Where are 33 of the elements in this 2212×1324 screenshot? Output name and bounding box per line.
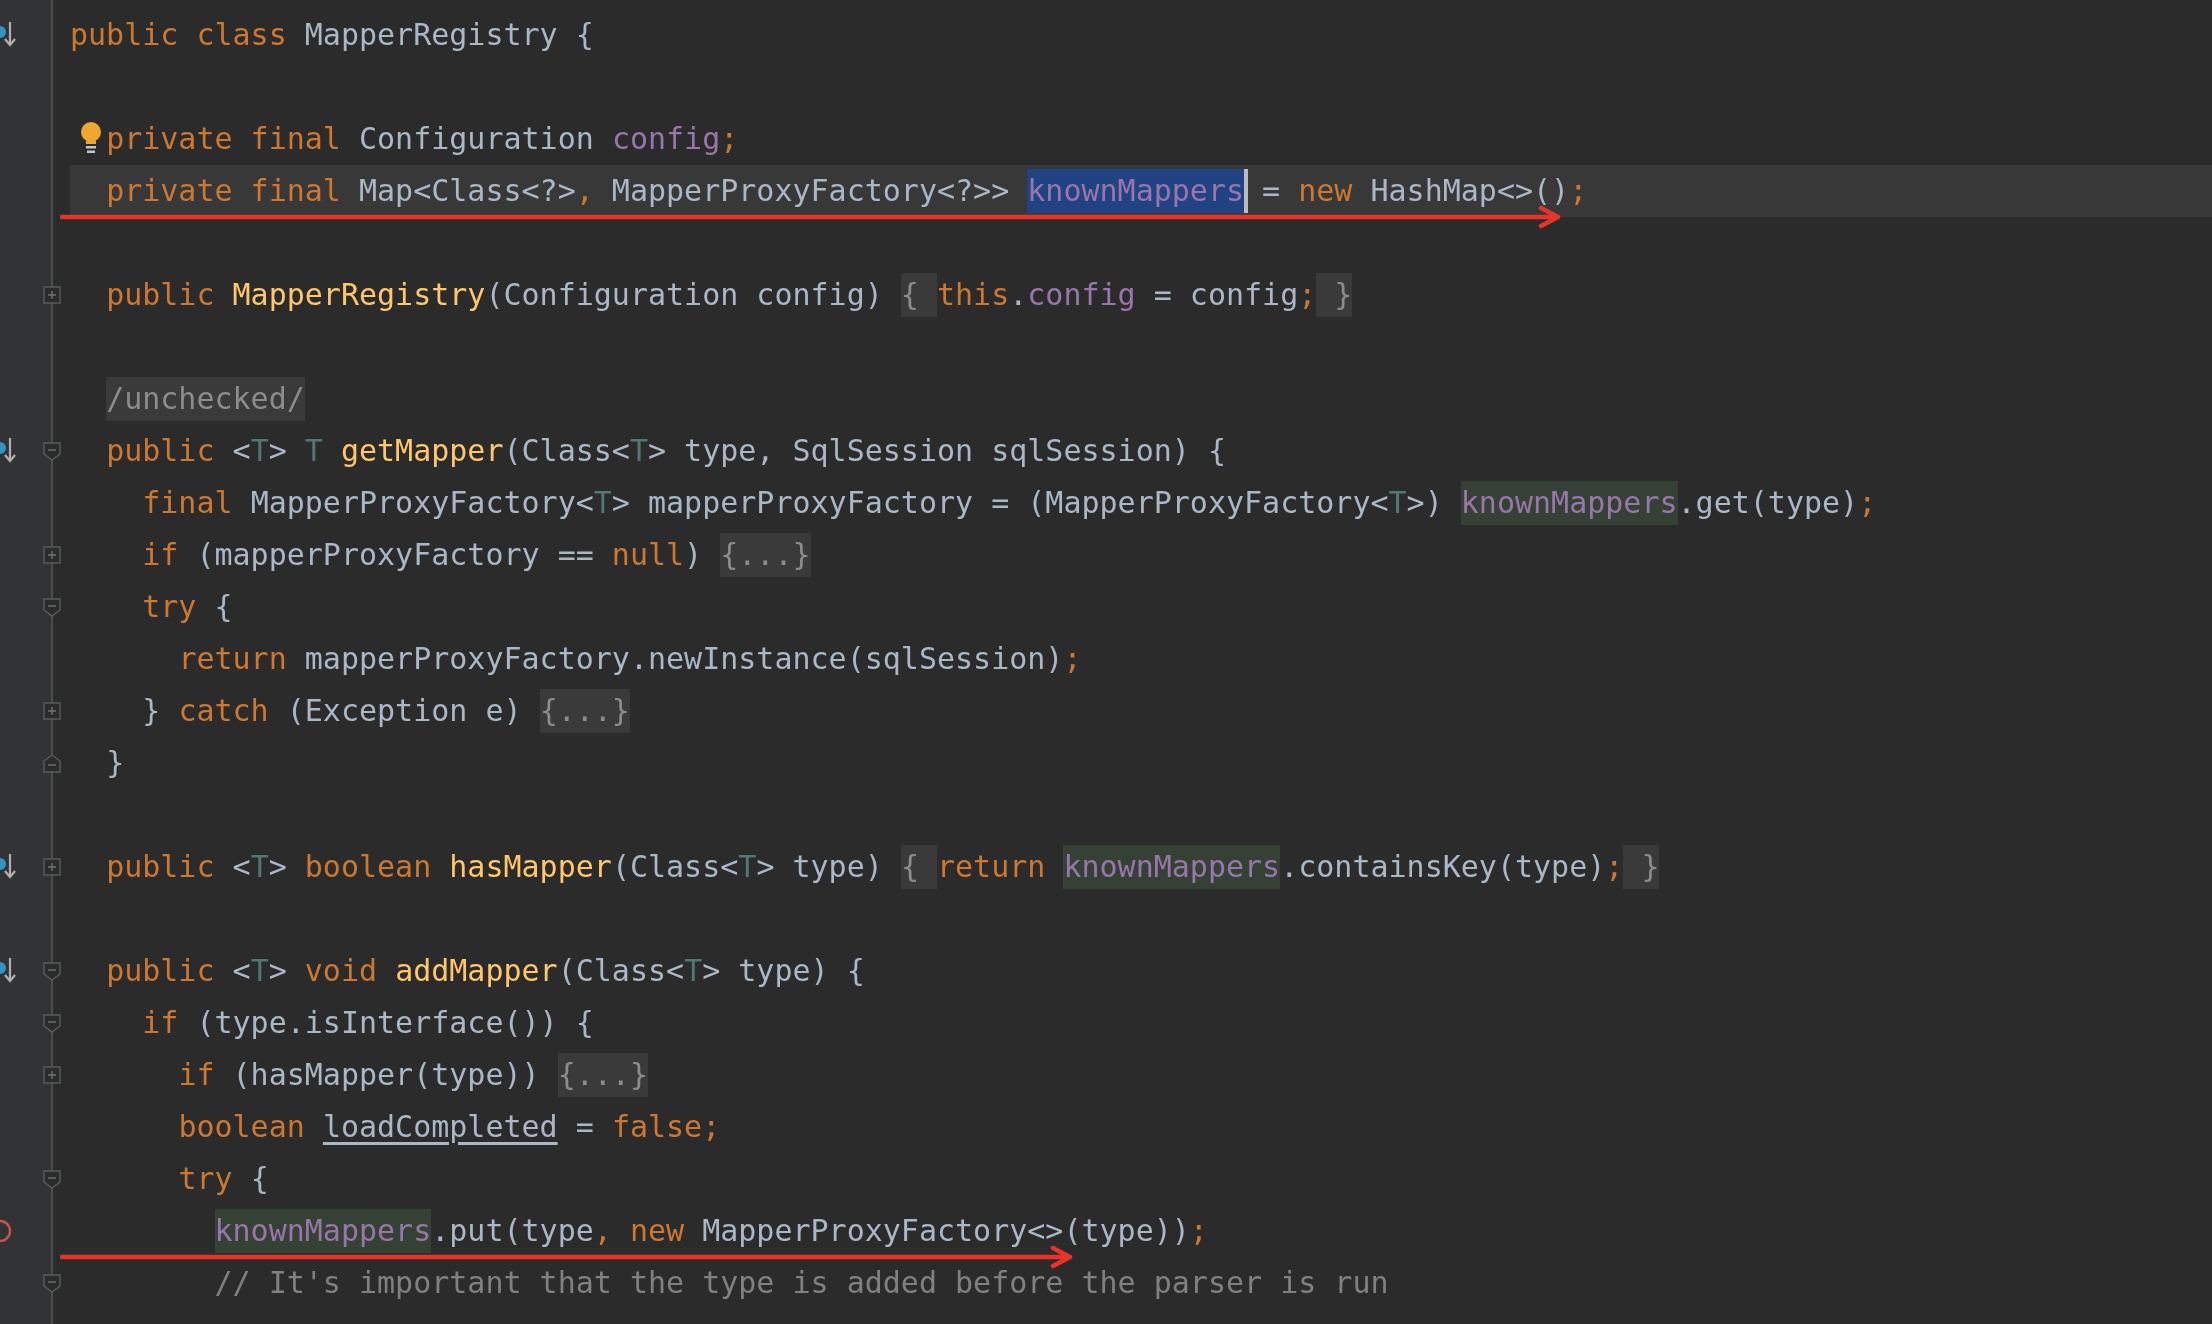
breakpoint-icon[interactable] (0, 1218, 12, 1244)
collapse-fold-icon[interactable] (43, 597, 61, 617)
code-line: public <T> void addMapper(Class<T> type) { (106, 952, 865, 990)
code-line: if (mapperProxyFactory == null) {...} (142, 533, 811, 577)
expand-fold-icon[interactable] (43, 1065, 61, 1085)
code-line: private final Configuration config; (106, 120, 739, 158)
code-line: if (type.isInterface()) { (142, 1004, 594, 1042)
collapse-fold-icon[interactable] (43, 441, 61, 461)
code-line: knownMappers.put(type, new MapperProxyFactory<>(type)); (214, 1209, 1208, 1253)
code-line: } (106, 744, 125, 782)
code-line: public class MapperRegistry { (70, 16, 594, 54)
collapse-fold-icon[interactable] (43, 1169, 61, 1189)
expand-fold-icon[interactable] (43, 285, 61, 305)
collapse-fold-icon[interactable] (43, 753, 61, 773)
code-line: public <T> boolean hasMapper(Class<T> type) { return knownMappers.containsKey(type); } (106, 845, 1660, 889)
code-line: final MapperProxyFactory<T> mapperProxyFactory = (MapperProxyFactory<T>) knownMappers.get(type); (142, 481, 1877, 525)
code-line: if (hasMapper(type)) {...} (178, 1053, 648, 1097)
collapse-fold-icon[interactable] (43, 1013, 61, 1033)
code-line: } catch (Exception e) {...} (142, 689, 630, 733)
expand-fold-icon[interactable] (43, 701, 61, 721)
code-line: try { (142, 588, 233, 626)
expand-fold-icon[interactable] (43, 857, 61, 877)
code-line: private final Map<Class<?>, MapperProxyFactory<?>> knownMappers = new HashMap<>(); (106, 169, 1588, 213)
collapse-fold-icon[interactable] (43, 961, 61, 981)
code-line: public <T> T getMapper(Class<T> type, SqlSession sqlSession) { (106, 432, 1226, 470)
lightbulb-icon[interactable] (80, 121, 102, 155)
code-line: boolean loadCompleted = false; (178, 1108, 721, 1146)
expand-fold-icon[interactable] (43, 545, 61, 565)
code-comment: // It's important that the type is added before the parser is run (214, 1264, 1389, 1302)
code-line: return mapperProxyFactory.newInstance(sqlSession); (178, 640, 1082, 678)
collapse-fold-icon[interactable] (43, 1273, 61, 1293)
code-line: try { (178, 1160, 269, 1198)
code-line: public MapperRegistry(Configuration config) { this.config = config; } (106, 273, 1353, 317)
